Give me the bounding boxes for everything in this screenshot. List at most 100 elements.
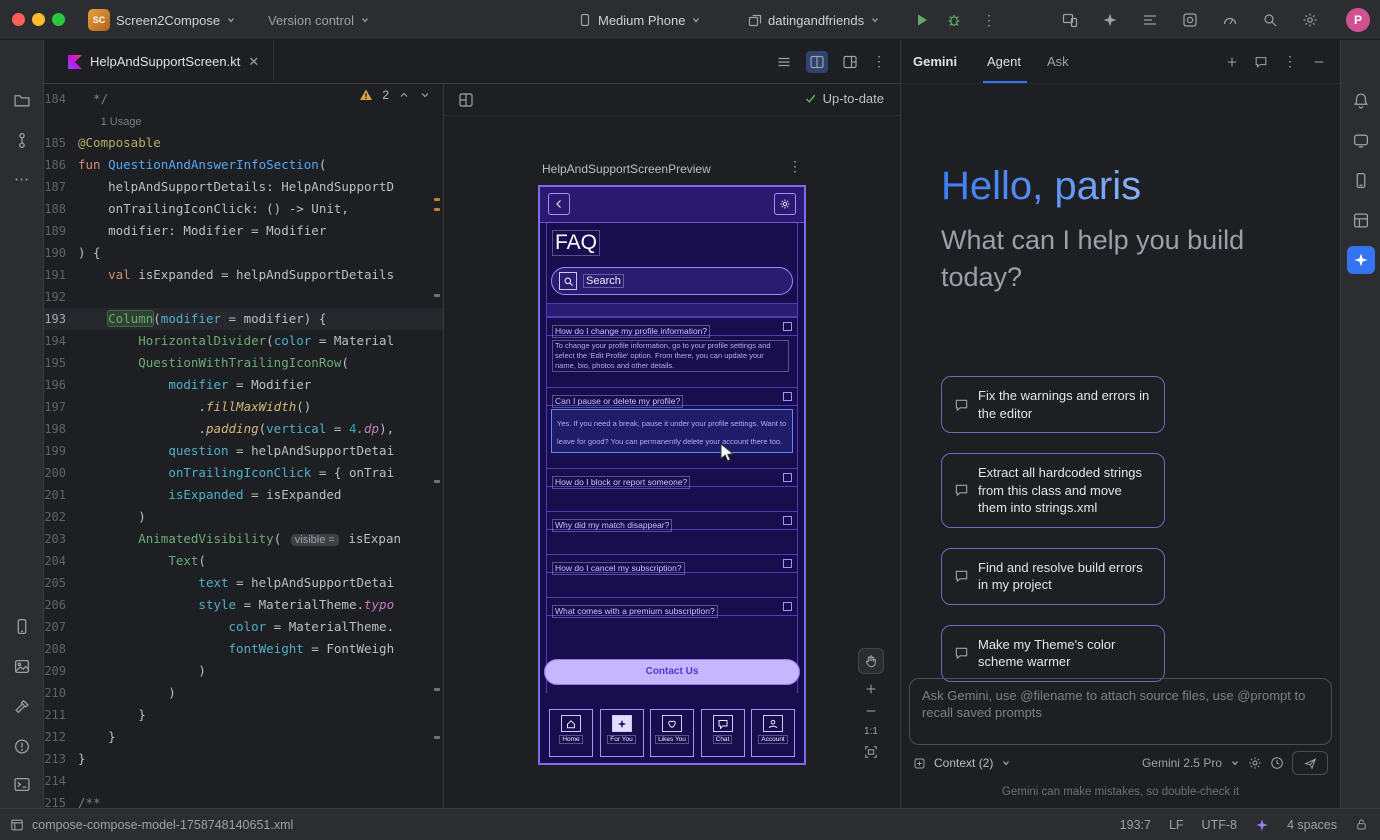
line-separator[interactable]: LF: [1169, 818, 1184, 832]
window-close-button[interactable]: [12, 13, 25, 26]
expand-icon: [783, 322, 792, 331]
gemini-input-box[interactable]: [909, 678, 1332, 745]
device-mirroring-icon[interactable]: [1062, 12, 1078, 28]
ai-status-spark-icon[interactable]: [1255, 818, 1269, 832]
editor-list-icon[interactable]: [776, 54, 792, 70]
gemini-input[interactable]: [922, 687, 1319, 736]
suggestion-card[interactable]: Extract all hardcoded strings from this …: [941, 453, 1165, 528]
vcs-widget[interactable]: Version control: [268, 0, 370, 40]
user-avatar[interactable]: P: [1346, 8, 1370, 32]
error-stripe-warning-mark[interactable]: [434, 208, 440, 211]
app-inspection-icon[interactable]: [1182, 12, 1198, 28]
mouse-cursor: [720, 443, 738, 463]
zoom-to-fit-button[interactable]: [856, 745, 886, 759]
logcat-icon[interactable]: [1142, 12, 1158, 28]
device-explorer-icon[interactable]: [1352, 172, 1369, 189]
expand-icon: [783, 392, 792, 401]
editor-tab[interactable]: HelpAndSupportScreen.kt ✕: [54, 40, 274, 83]
terminal-tool-icon[interactable]: [13, 776, 30, 793]
inspection-widget[interactable]: 2: [359, 88, 431, 102]
zoom-in-button[interactable]: [856, 682, 886, 696]
profiler-icon[interactable]: [1222, 12, 1238, 28]
code-editor[interactable]: 184 */ 1 Usage185@Composable186fun Quest…: [44, 84, 443, 808]
device-selector[interactable]: Medium Phone: [578, 0, 701, 40]
error-stripe-mark[interactable]: [434, 688, 440, 691]
faq-question-row: Can I pause or delete my profile?: [547, 387, 797, 406]
history-icon[interactable]: [1270, 756, 1284, 770]
preview-layout-icon[interactable]: [842, 54, 858, 70]
build-tool-icon[interactable]: [13, 698, 30, 715]
error-stripe-warning-mark[interactable]: [434, 198, 440, 201]
active-tab-underline: [983, 81, 1027, 83]
editor-kebab-icon[interactable]: ⋮: [872, 53, 886, 70]
suggestion-card[interactable]: Fix the warnings and errors in the edito…: [941, 376, 1165, 433]
gemini-toolbar-icon[interactable]: [1102, 12, 1118, 28]
project-selector[interactable]: Screen2Compose: [116, 0, 236, 40]
file-encoding[interactable]: UTF-8: [1202, 818, 1237, 832]
caret-position[interactable]: 193:7: [1120, 818, 1151, 832]
split-editor-icon[interactable]: [806, 51, 828, 73]
more-actions-button[interactable]: ⋮: [982, 12, 996, 29]
suggestion-card[interactable]: Make my Theme's color scheme warmer: [941, 625, 1165, 682]
window-zoom-button[interactable]: [52, 13, 65, 26]
tab-ask[interactable]: Ask: [1047, 54, 1069, 69]
preview-layout-switch-icon[interactable]: [458, 92, 474, 108]
run-button[interactable]: [914, 12, 930, 28]
hide-panel-icon[interactable]: [1312, 55, 1326, 69]
problems-tool-icon[interactable]: [13, 738, 30, 755]
gemini-suggestions: Fix the warnings and errors in the edito…: [941, 376, 1165, 702]
window-minimize-button[interactable]: [32, 13, 45, 26]
status-filename[interactable]: compose-compose-model-1758748140651.xml: [32, 818, 293, 832]
gemini-kebab-icon[interactable]: ⋮: [1283, 53, 1297, 70]
indent-style[interactable]: 4 spaces: [1287, 818, 1337, 832]
tab-close-icon[interactable]: ✕: [248, 54, 259, 70]
running-devices-icon[interactable]: [13, 618, 30, 635]
pan-tool-button[interactable]: [858, 648, 884, 674]
send-button[interactable]: [1292, 751, 1328, 775]
layout-inspector-icon[interactable]: [1352, 212, 1369, 229]
preview-screen-title: FAQ: [552, 230, 600, 256]
faq-question-row: How do I cancel my subscription?: [547, 554, 797, 573]
nav-item-chat: Chat: [701, 709, 745, 757]
expand-icon: [783, 473, 792, 482]
titlebar: SC Screen2Compose Version control Medium…: [0, 0, 1380, 40]
expand-icon: [783, 516, 792, 525]
commit-tool-icon[interactable]: [13, 132, 30, 149]
zoom-actual-size-button[interactable]: 1:1: [856, 726, 886, 737]
context-selector[interactable]: Context (2): [913, 756, 1011, 770]
faq-question-row: What comes with a premium subscription?: [547, 597, 797, 616]
prompt-icon: [954, 388, 969, 422]
project-tool-icon[interactable]: [13, 92, 30, 109]
new-chat-icon[interactable]: [1225, 55, 1239, 69]
chevron-down-icon: [870, 15, 880, 25]
resource-manager-icon[interactable]: [13, 658, 30, 675]
lock-icon[interactable]: [1355, 818, 1368, 831]
notifications-icon[interactable]: [1352, 92, 1369, 109]
ai-assistant-icon[interactable]: [1352, 132, 1369, 149]
editor-tab-bar: HelpAndSupportScreen.kt ✕ ⋮: [44, 40, 900, 84]
gemini-settings-icon[interactable]: [1248, 756, 1262, 770]
error-stripe-mark[interactable]: [434, 294, 440, 297]
device-selector-label: Medium Phone: [598, 13, 685, 28]
tab-agent[interactable]: Agent: [987, 54, 1021, 69]
error-stripe-mark[interactable]: [434, 480, 440, 483]
debug-button[interactable]: [946, 12, 962, 28]
next-problem-icon[interactable]: [419, 89, 431, 101]
more-tools-icon[interactable]: ⋯: [14, 170, 29, 188]
zoom-out-button[interactable]: [856, 704, 886, 718]
preview-kebab-icon[interactable]: ⋮: [788, 158, 802, 175]
error-stripe-mark[interactable]: [434, 736, 440, 739]
search-placeholder: Search: [583, 274, 624, 288]
suggestion-card[interactable]: Find and resolve build errors in my proj…: [941, 548, 1165, 605]
code-rows[interactable]: 184 */ 1 Usage185@Composable186fun Quest…: [44, 88, 443, 808]
faq-answer: To change your profile information, go t…: [547, 336, 797, 377]
project-icon: SC: [88, 9, 110, 31]
run-config-selector[interactable]: datingandfriends: [748, 0, 880, 40]
previous-problem-icon[interactable]: [398, 89, 410, 101]
chevron-down-icon: [691, 15, 701, 25]
settings-icon[interactable]: [1302, 12, 1318, 28]
search-everywhere-icon[interactable]: [1262, 12, 1278, 28]
gemini-stripe-button[interactable]: [1347, 246, 1375, 274]
model-selector[interactable]: Gemini 2.5 Pro: [1142, 756, 1222, 770]
chat-history-icon[interactable]: [1254, 55, 1268, 69]
